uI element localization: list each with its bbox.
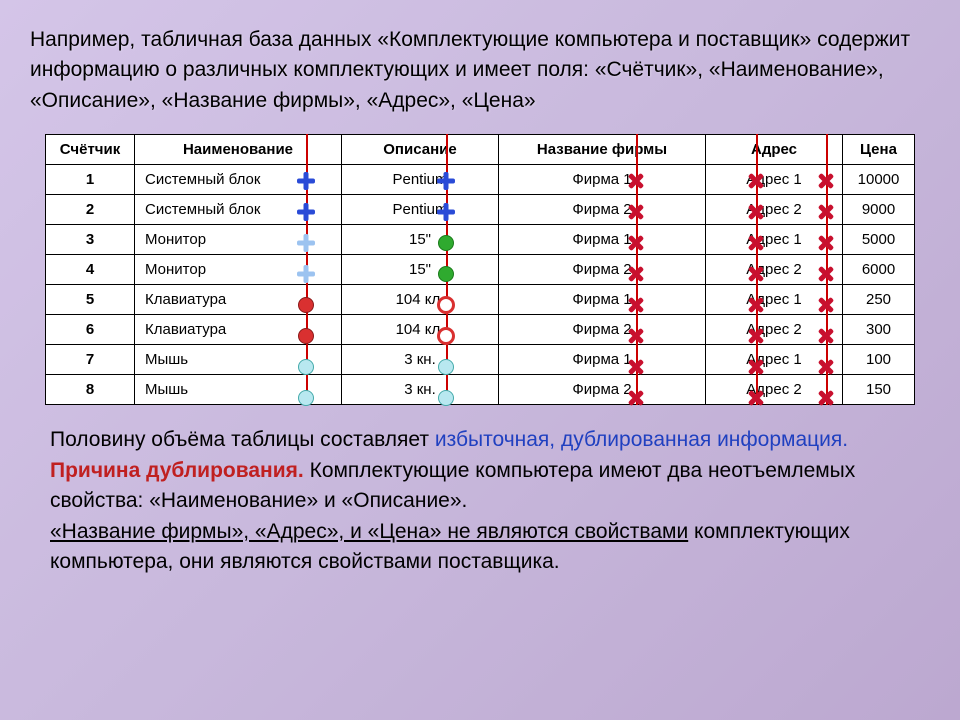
cell-desc: 104 кл. bbox=[342, 285, 499, 315]
star-icon bbox=[627, 358, 645, 376]
table-row: 4Монитор15"Фирма 2Адрес 26000 bbox=[46, 255, 915, 285]
cell-desc: 3 кн. bbox=[342, 345, 499, 375]
marker-icon bbox=[298, 390, 314, 406]
outro-redundant: избыточная, дублированная информация. bbox=[435, 428, 848, 451]
star-icon bbox=[817, 389, 835, 407]
cell-counter: 4 bbox=[46, 255, 135, 285]
cell-counter: 3 bbox=[46, 225, 135, 255]
cell-price: 9000 bbox=[843, 195, 915, 225]
outro-underlined: «Название фирмы», «Адрес», и «Цена» не я… bbox=[50, 520, 688, 543]
star-icon bbox=[747, 265, 765, 283]
intro-text: Например, табличная база данных «Комплек… bbox=[30, 25, 930, 116]
cell-price: 5000 bbox=[843, 225, 915, 255]
star-icon bbox=[627, 172, 645, 190]
cell-firm: Фирма 2 bbox=[499, 195, 706, 225]
table-row: 6Клавиатура104 кл.Фирма 2Адрес 2300 bbox=[46, 315, 915, 345]
marker-icon bbox=[298, 359, 314, 375]
cell-firm: Фирма 1 bbox=[499, 165, 706, 195]
cell-desc: Pentium bbox=[342, 195, 499, 225]
table-row: 7Мышь3 кн.Фирма 1Адрес 1100 bbox=[46, 345, 915, 375]
star-icon bbox=[747, 296, 765, 314]
cell-price: 6000 bbox=[843, 255, 915, 285]
star-icon bbox=[747, 172, 765, 190]
header-row: Счётчик Наименование Описание Название ф… bbox=[46, 135, 915, 165]
table-row: 2Системный блокPentiumФирма 2Адрес 29000 bbox=[46, 195, 915, 225]
star-icon bbox=[747, 203, 765, 221]
star-icon bbox=[747, 389, 765, 407]
marker-icon bbox=[438, 359, 454, 375]
marker-icon bbox=[437, 203, 455, 221]
cell-counter: 1 bbox=[46, 165, 135, 195]
cell-firm: Фирма 2 bbox=[499, 255, 706, 285]
header-addr: Адрес bbox=[706, 135, 843, 165]
star-icon bbox=[817, 327, 835, 345]
cell-desc: 15" bbox=[342, 225, 499, 255]
cell-price: 300 bbox=[843, 315, 915, 345]
table-row: 8Мышь3 кн.Фирма 2Адрес 2150 bbox=[46, 375, 915, 405]
marker-icon bbox=[438, 235, 454, 251]
star-icon bbox=[747, 358, 765, 376]
cell-firm: Фирма 1 bbox=[499, 345, 706, 375]
cell-desc: Pentium bbox=[342, 165, 499, 195]
marker-icon bbox=[298, 328, 314, 344]
cell-counter: 2 bbox=[46, 195, 135, 225]
table-row: 1Системный блокPentiumФирма 1Адрес 11000… bbox=[46, 165, 915, 195]
marker-icon bbox=[437, 296, 455, 314]
data-table-container: Счётчик Наименование Описание Название ф… bbox=[45, 134, 915, 405]
cell-firm: Фирма 1 bbox=[499, 285, 706, 315]
outro-p1a: Половину объёма таблицы составляет bbox=[50, 428, 435, 451]
star-icon bbox=[747, 327, 765, 345]
header-desc: Описание bbox=[342, 135, 499, 165]
outro-block: Половину объёма таблицы составляет избыт… bbox=[50, 425, 910, 577]
marker-icon bbox=[297, 203, 315, 221]
star-icon bbox=[817, 234, 835, 252]
cell-counter: 5 bbox=[46, 285, 135, 315]
star-icon bbox=[817, 265, 835, 283]
cell-desc: 15" bbox=[342, 255, 499, 285]
cell-price: 150 bbox=[843, 375, 915, 405]
marker-icon bbox=[437, 172, 455, 190]
star-icon bbox=[627, 203, 645, 221]
star-icon bbox=[817, 358, 835, 376]
cell-counter: 6 bbox=[46, 315, 135, 345]
outro-cause-label: Причина дублирования. bbox=[50, 459, 304, 482]
data-table: Счётчик Наименование Описание Название ф… bbox=[45, 134, 915, 405]
marker-icon bbox=[297, 172, 315, 190]
cell-desc: 3 кн. bbox=[342, 375, 499, 405]
cell-counter: 7 bbox=[46, 345, 135, 375]
marker-icon bbox=[297, 265, 315, 283]
marker-icon bbox=[438, 390, 454, 406]
marker-icon bbox=[298, 297, 314, 313]
cell-desc: 104 кл. bbox=[342, 315, 499, 345]
star-icon bbox=[817, 203, 835, 221]
star-icon bbox=[627, 389, 645, 407]
header-counter: Счётчик bbox=[46, 135, 135, 165]
star-icon bbox=[747, 234, 765, 252]
star-icon bbox=[627, 296, 645, 314]
cell-firm: Фирма 2 bbox=[499, 315, 706, 345]
star-icon bbox=[627, 234, 645, 252]
table-row: 5Клавиатура104 кл.Фирма 1Адрес 1250 bbox=[46, 285, 915, 315]
star-icon bbox=[817, 296, 835, 314]
marker-icon bbox=[297, 234, 315, 252]
cell-firm: Фирма 2 bbox=[499, 375, 706, 405]
header-price: Цена bbox=[843, 135, 915, 165]
marker-icon bbox=[437, 327, 455, 345]
cell-firm: Фирма 1 bbox=[499, 225, 706, 255]
star-icon bbox=[627, 327, 645, 345]
marker-icon bbox=[438, 266, 454, 282]
cell-price: 10000 bbox=[843, 165, 915, 195]
cell-price: 100 bbox=[843, 345, 915, 375]
header-name: Наименование bbox=[135, 135, 342, 165]
cell-price: 250 bbox=[843, 285, 915, 315]
cell-counter: 8 bbox=[46, 375, 135, 405]
star-icon bbox=[817, 172, 835, 190]
star-icon bbox=[627, 265, 645, 283]
table-row: 3Монитор15"Фирма 1Адрес 15000 bbox=[46, 225, 915, 255]
header-firm: Название фирмы bbox=[499, 135, 706, 165]
